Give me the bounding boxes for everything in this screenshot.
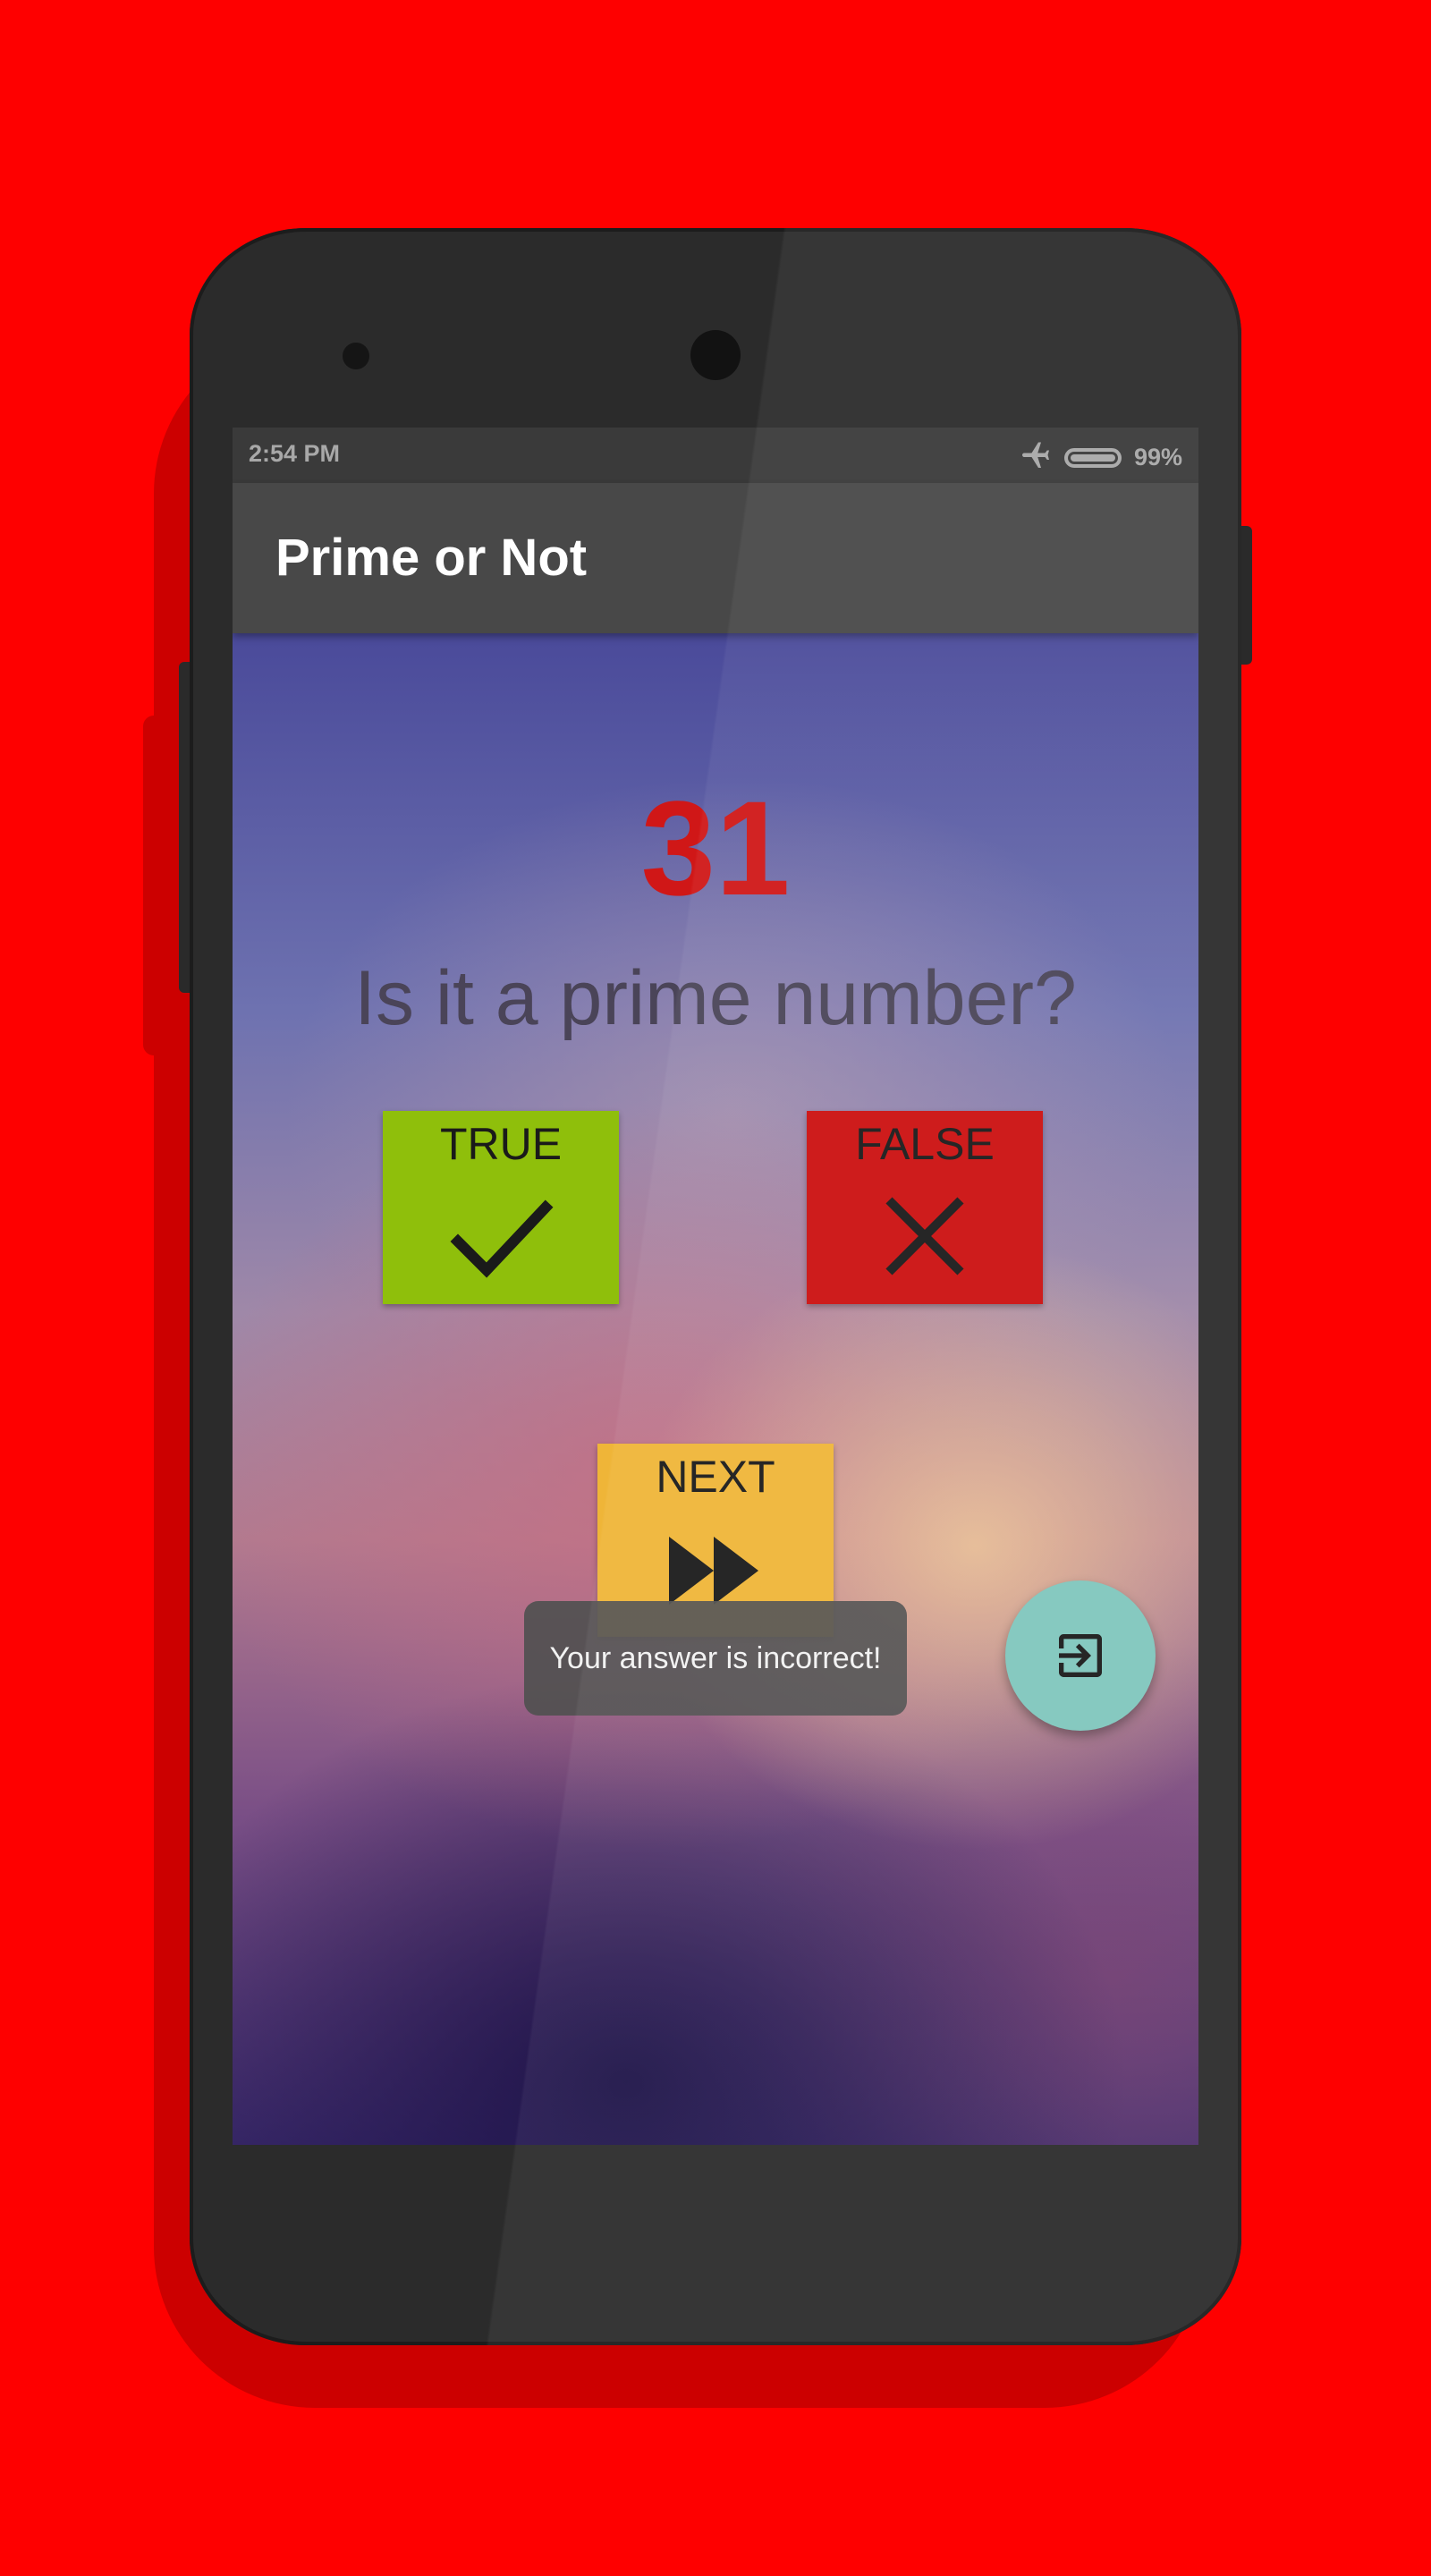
game-content: 31 Is it a prime number? TRUE FALSE NEXT… (233, 633, 1198, 2145)
checkmark-icon (450, 1199, 554, 1278)
false-button-label: FALSE (855, 1119, 995, 1169)
false-button[interactable]: FALSE (807, 1111, 1043, 1304)
front-camera (690, 330, 741, 380)
proximity-sensor (343, 343, 369, 369)
true-button[interactable]: TRUE (383, 1111, 619, 1304)
battery-icon (1063, 447, 1122, 468)
battery-percent: 99% (1133, 444, 1182, 470)
true-button-label: TRUE (439, 1119, 563, 1169)
close-icon (885, 1197, 964, 1275)
phone-screen: 2:54 PM 99% Prime or Not 31 Is it a prim… (233, 428, 1198, 2145)
exit-to-app-icon (1059, 1634, 1102, 1677)
next-button-label: NEXT (656, 1452, 775, 1502)
status-time: 2:54 PM (249, 440, 341, 467)
number-display: 31 (640, 773, 791, 923)
question-text: Is it a prime number? (354, 955, 1077, 1041)
status-icons: 99% (1020, 438, 1182, 477)
app-title: Prime or Not (275, 529, 588, 587)
status-bar: 2:54 PM 99% (233, 428, 1198, 483)
toast-message: Your answer is incorrect! (524, 1601, 907, 1716)
phone-side-shadow (143, 716, 179, 1055)
airplane-icon (1020, 438, 1052, 477)
exit-fab-button[interactable] (1005, 1580, 1156, 1731)
app-bar: Prime or Not (233, 483, 1198, 633)
